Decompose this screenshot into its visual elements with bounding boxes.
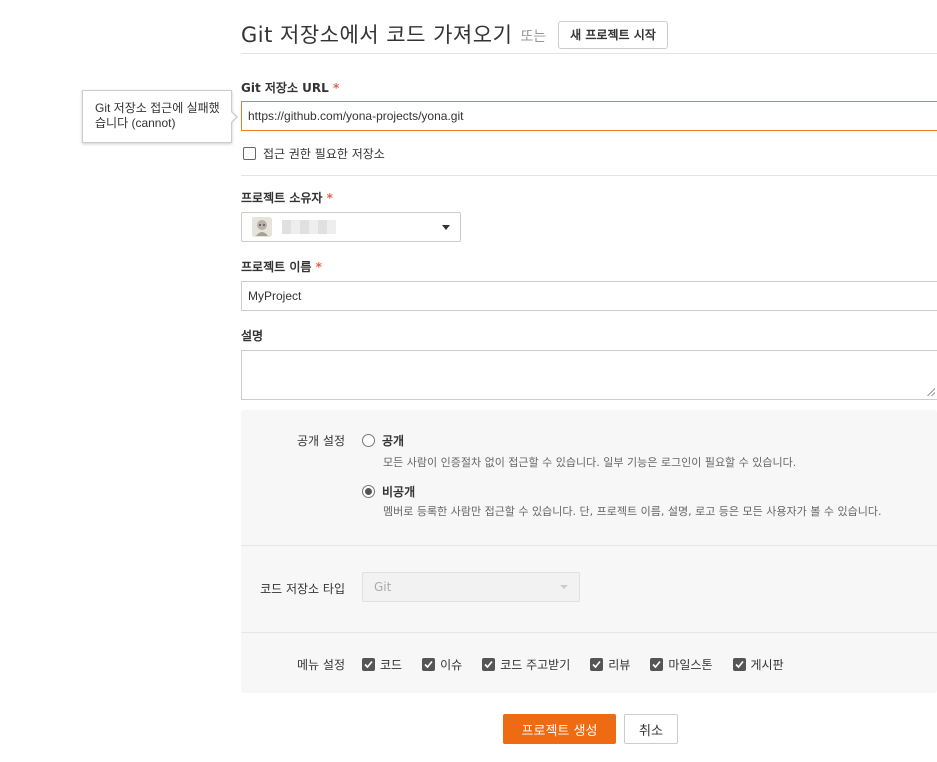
public-radio[interactable] — [362, 434, 375, 447]
private-description: 멤버로 등록한 사람만 접근할 수 있습니다. 단, 프로젝트 이름, 설명, … — [383, 505, 882, 518]
cancel-button[interactable]: 취소 — [624, 714, 678, 744]
private-repo-checkbox[interactable] — [243, 146, 256, 160]
vcs-label: 코드 저장소 타입 — [260, 582, 345, 596]
menu-item-label: 이슈 — [440, 658, 463, 672]
description-label: 설명 — [241, 327, 263, 344]
resize-grip-icon[interactable] — [927, 388, 935, 396]
checkbox-checked-icon[interactable] — [482, 658, 496, 671]
owner-select[interactable] — [241, 212, 461, 242]
checkbox-checked-icon[interactable] — [650, 658, 664, 671]
page-title: Git 저장소에서 코드 가져오기 — [241, 22, 513, 47]
required-mark: * — [326, 191, 333, 205]
settings-panel: 공개 설정 공개 모든 사람이 인증절차 없이 접근할 수 있습니다. 일부 기… — [241, 410, 937, 693]
or-text: 또는 — [520, 28, 547, 45]
panel-divider — [241, 632, 937, 633]
menu-item-code[interactable]: 코드 — [362, 656, 402, 673]
menu-settings-list: 코드 이슈 코드 주고받기 리뷰 마일스톤 게시판 — [362, 656, 804, 673]
private-repo-checkbox-label: 접근 권한 필요한 저장소 — [263, 146, 385, 161]
menu-item-label: 코드 주고받기 — [500, 658, 571, 672]
chevron-down-icon — [560, 585, 568, 589]
user-avatar-icon — [252, 217, 272, 237]
new-project-button[interactable]: 새 프로젝트 시작 — [558, 20, 668, 49]
description-textarea[interactable] — [241, 350, 937, 400]
menu-item-board[interactable]: 게시판 — [732, 656, 784, 673]
public-description: 모든 사람이 인증절차 없이 접근할 수 있습니다. 일부 기능은 로그인이 필… — [383, 456, 797, 469]
checkbox-checked-icon[interactable] — [422, 658, 436, 671]
vcs-value: Git — [374, 580, 392, 594]
tooltip-arrow — [230, 110, 238, 124]
public-radio-label: 공개 — [382, 434, 405, 448]
private-repo-checkbox-row[interactable]: 접근 권한 필요한 저장소 — [243, 145, 385, 161]
visibility-option-private[interactable]: 비공개 — [362, 483, 415, 500]
required-mark: * — [333, 81, 340, 95]
panel-divider — [241, 545, 937, 546]
required-mark: * — [315, 260, 322, 274]
project-name-input[interactable] — [241, 281, 937, 311]
project-name-label: 프로젝트 이름 * — [241, 258, 322, 275]
checkbox-checked-icon[interactable] — [732, 658, 746, 671]
visibility-option-public[interactable]: 공개 — [362, 432, 404, 449]
chevron-down-icon — [442, 224, 450, 230]
git-url-label: Git 저장소 URL * — [241, 79, 339, 96]
page-header: Git 저장소에서 코드 가져오기 또는 새 프로젝트 시작 — [241, 14, 937, 54]
create-project-button[interactable]: 프로젝트 생성 — [503, 714, 616, 744]
menu-item-label: 게시판 — [750, 658, 784, 672]
menu-item-milestone[interactable]: 마일스톤 — [650, 656, 713, 673]
owner-name-redacted — [282, 220, 336, 234]
checkbox-checked-icon[interactable] — [590, 658, 604, 671]
git-url-label-text: Git 저장소 URL — [241, 81, 329, 95]
menu-item-label: 리뷰 — [608, 658, 631, 672]
menu-item-label: 마일스톤 — [668, 658, 713, 672]
git-url-input[interactable] — [241, 101, 937, 131]
menu-item-issue[interactable]: 이슈 — [422, 656, 462, 673]
section-divider — [241, 175, 937, 176]
description-label-text: 설명 — [241, 329, 264, 343]
menu-item-pull-request[interactable]: 코드 주고받기 — [482, 656, 570, 673]
project-name-label-text: 프로젝트 이름 — [241, 260, 312, 274]
private-radio[interactable] — [362, 485, 375, 498]
owner-label-text: 프로젝트 소유자 — [241, 191, 323, 205]
vcs-select: Git — [362, 572, 580, 602]
error-tooltip-text: Git 저장소 접근에 실패했습니다 (cannot) — [95, 101, 220, 130]
checkbox-checked-icon[interactable] — [362, 658, 375, 671]
owner-label: 프로젝트 소유자 * — [241, 189, 333, 206]
menu-item-label: 코드 — [380, 658, 403, 672]
menu-settings-label: 메뉴 설정 — [297, 658, 345, 672]
menu-item-review[interactable]: 리뷰 — [590, 656, 630, 673]
error-tooltip: Git 저장소 접근에 실패했습니다 (cannot) — [82, 90, 238, 143]
private-radio-label: 비공개 — [382, 485, 416, 499]
visibility-label: 공개 설정 — [297, 434, 345, 448]
